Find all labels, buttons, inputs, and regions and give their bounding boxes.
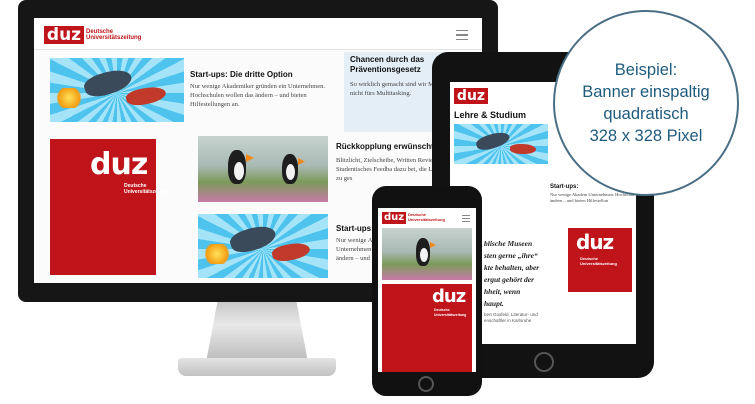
tablet-duz-banner[interactable]: duz Deutsche Universitätszeitung xyxy=(568,228,632,292)
phone-logo-subtitle: Deutsche Universitätszeitung xyxy=(408,212,445,222)
callout-line4: 328 x 328 Pixel xyxy=(589,127,703,145)
comic-rocket-image-2[interactable] xyxy=(198,214,328,278)
tablet-article-teaser: Nur wenige Akadem Unternehmen. Hochschul… xyxy=(550,192,635,203)
comic-rocket-image[interactable] xyxy=(50,58,184,122)
quote-line2: sten gerne „ihre“ xyxy=(484,251,538,260)
phone-logo-sub-line2: Universitätszeitung xyxy=(408,216,445,222)
logo-subtitle-line2: Universitätszeitung xyxy=(86,35,142,41)
phone-home-button[interactable] xyxy=(418,376,434,392)
article-title[interactable]: Start-ups: Die dritte Option xyxy=(190,70,340,79)
phone-banner-logo-subtitle: Deutsche Universitätszeitung xyxy=(434,308,466,317)
logo-subtitle: Deutsche Universitätszeitung xyxy=(86,29,141,41)
tablet-banner-logo-subtitle: Deutsche Universitätszeitung xyxy=(580,256,617,266)
quote-line1: blische Museen xyxy=(484,239,533,248)
callout-line3: quadratisch xyxy=(603,105,689,123)
article-teaser: Nur wenige Akademiker gründen ein Untern… xyxy=(190,83,326,108)
quote-line5: hheit, wenn xyxy=(484,287,521,296)
banner-logo-word: duz xyxy=(90,147,148,182)
quote-line6: haupt. xyxy=(484,299,504,308)
menu-icon[interactable] xyxy=(456,30,468,43)
sidebar-box-title: Chancen durch das Präventionsgesetz xyxy=(350,55,444,75)
banner-logo-subtitle-line2: Universitätszeitung xyxy=(124,189,171,195)
tablet-article-title[interactable]: Start-ups: xyxy=(550,184,578,190)
puffin-image[interactable] xyxy=(198,136,328,202)
quote-caption-line2: enschaftler in Karlsruhe xyxy=(484,318,532,323)
tablet-quote: blische Museen sten gerne „ihre“ kte beh… xyxy=(484,238,540,310)
sidebar-box-text: So wirklich gemacht sind wir M nicht für… xyxy=(350,81,434,97)
duz-logo[interactable]: duz xyxy=(44,26,84,44)
quote-line3: kte behalten, aber xyxy=(484,263,540,272)
monitor-stand-base xyxy=(178,358,336,376)
phone-duz-banner[interactable]: duz Deutsche Universitätszeitung xyxy=(382,284,472,372)
tablet-comic-image[interactable] xyxy=(454,124,548,164)
monitor-stand xyxy=(206,302,308,360)
site-header: duz Deutsche Universitätszeitung xyxy=(34,18,482,50)
tablet-banner-logo-word: duz xyxy=(576,230,614,254)
sidebar-box[interactable]: Chancen durch das Präventionsgesetz So w… xyxy=(344,52,444,132)
banner-spec-callout: Beispiel: Banner einspaltig quadratisch … xyxy=(553,10,739,196)
quote-line4: ergut gehört der xyxy=(484,275,535,284)
sidebar-box-title-line1: Chancen durch das xyxy=(350,55,425,64)
duz-banner-ad[interactable]: duz Deutsche Universitätszeitung xyxy=(50,139,170,275)
sidebar-box-title-line2: Präventionsgesetz xyxy=(350,65,421,74)
tablet-home-button[interactable] xyxy=(534,352,554,372)
phone-duz-logo[interactable]: duz xyxy=(382,212,406,224)
tablet-banner-sub-line2: Universitätszeitung xyxy=(580,261,617,266)
phone-banner-logo-word: duz xyxy=(432,286,466,307)
callout-line2: Banner einspaltig xyxy=(582,83,710,101)
banner-logo-subtitle: Deutsche Universitätszeitung xyxy=(124,183,170,195)
tablet-duz-logo[interactable]: duz xyxy=(454,88,488,104)
callout-text: Beispiel: Banner einspaltig quadratisch … xyxy=(582,59,710,147)
callout-line1: Beispiel: xyxy=(614,61,678,79)
phone-banner-sub-line2: Universitätszeitung xyxy=(434,312,467,317)
quote-caption: bert Gosfeld, Literatur- und enschaftler… xyxy=(484,312,544,324)
tablet-section-title: Lehre & Studium xyxy=(454,110,527,120)
phone-puffin-image[interactable] xyxy=(382,228,472,280)
phone-menu-icon[interactable] xyxy=(462,215,470,224)
phone-screen: duz Deutsche Universitätszeitung duz Deu… xyxy=(378,208,476,372)
